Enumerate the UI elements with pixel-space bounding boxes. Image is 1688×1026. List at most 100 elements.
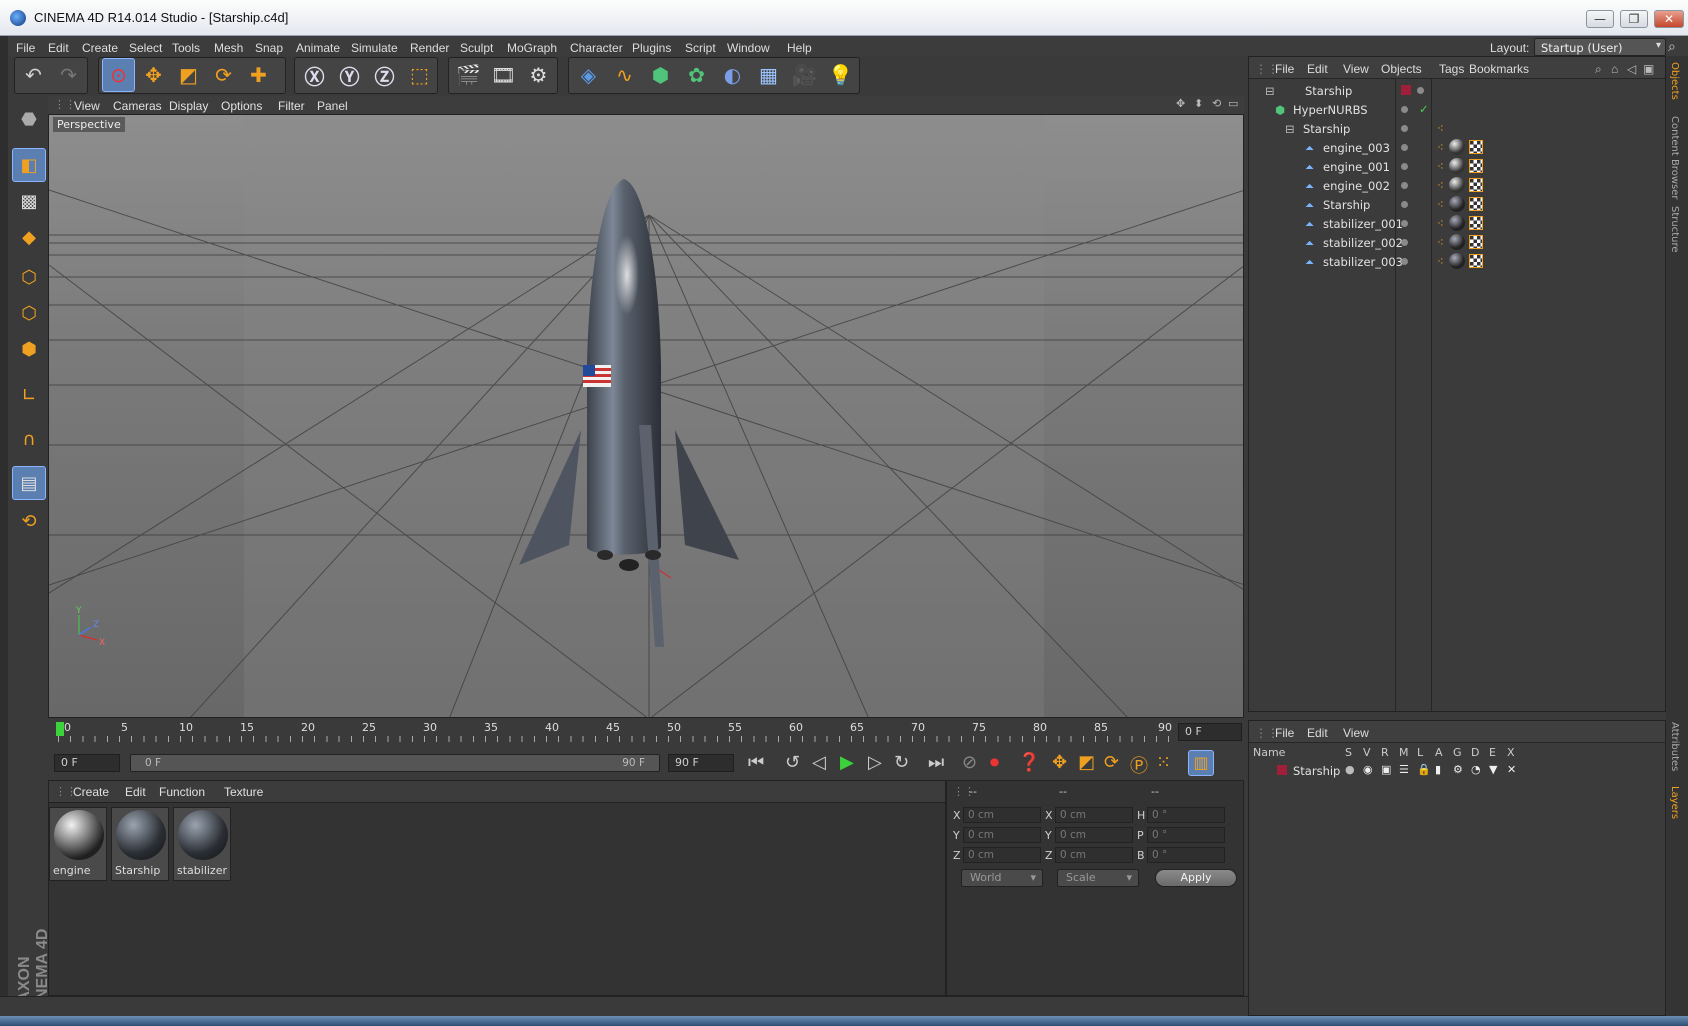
visibility-dot[interactable] <box>1401 182 1408 189</box>
move-tool-icon[interactable]: ✥ <box>137 58 170 92</box>
array-icon[interactable]: ✿ <box>680 58 713 92</box>
search-icon[interactable]: ⌕ <box>1595 62 1602 77</box>
viewport-orbit-icon[interactable]: ⟲ <box>1212 97 1221 110</box>
position-x-field[interactable]: 0 cm <box>963 807 1041 823</box>
menu-mesh[interactable]: Mesh <box>214 41 243 55</box>
material-engine[interactable]: engine <box>49 807 107 881</box>
record-rotation-icon[interactable]: ⟳ <box>1104 752 1119 773</box>
menu-window[interactable]: Window <box>727 41 770 55</box>
light-icon[interactable]: 💡 <box>824 58 857 92</box>
tab-content-browser[interactable]: Content Browser <box>1669 116 1680 199</box>
redo-icon[interactable]: ↷ <box>52 58 85 92</box>
viewport-zoom-icon[interactable]: ⬍ <box>1194 97 1203 110</box>
menu-simulate[interactable]: Simulate <box>351 41 398 55</box>
render-settings-icon[interactable]: ⚙ <box>522 58 555 92</box>
visibility-dot[interactable] <box>1401 201 1408 208</box>
material-menu-edit[interactable]: Edit <box>125 785 146 799</box>
coordinate-space-dropdown[interactable]: World ▾ <box>961 869 1043 887</box>
goto-end-icon[interactable]: ⏭ <box>928 752 944 773</box>
render-icon[interactable]: ▣ <box>1381 763 1391 776</box>
view-eye-icon[interactable]: ◉ <box>1363 763 1373 776</box>
phong-tag-icon[interactable]: ⁖ <box>1437 140 1444 154</box>
apply-button[interactable]: Apply <box>1155 869 1237 887</box>
end-frame-field[interactable]: 90 F <box>668 754 734 772</box>
material-tag-icon[interactable] <box>1449 139 1465 155</box>
scheme-icon[interactable]: ▥ <box>1188 750 1214 776</box>
tree-row-engine-003[interactable]: ⏶ engine_003 ⁖ <box>1249 138 1665 158</box>
enabled-check-icon[interactable]: ✓ <box>1419 102 1429 116</box>
visibility-dot[interactable] <box>1401 144 1408 151</box>
play-icon[interactable]: ▶ <box>840 752 854 773</box>
deformer-icon[interactable]: ◔ <box>1471 763 1481 776</box>
tab-attributes[interactable]: Attributes <box>1669 722 1680 771</box>
autokeying-icon[interactable]: ❓ <box>1018 752 1040 773</box>
tree-row-stabilizer-002[interactable]: ⏶ stabilizer_002 ⁖ <box>1249 233 1665 253</box>
viewport-maximize-icon[interactable]: ▭ <box>1228 97 1238 110</box>
position-y-field[interactable]: 0 cm <box>963 827 1041 843</box>
material-tag-icon[interactable] <box>1449 234 1465 250</box>
material-tag-icon[interactable] <box>1449 253 1465 269</box>
material-tag-icon[interactable] <box>1449 196 1465 212</box>
xref-icon[interactable]: ✕ <box>1507 763 1516 776</box>
layers-menu-file[interactable]: File <box>1275 726 1294 740</box>
tree-row-starship-root[interactable]: ⊟ Starship <box>1249 81 1665 101</box>
viewport-menu-view[interactable]: View <box>74 99 100 113</box>
visibility-dot[interactable] <box>1401 258 1408 265</box>
menu-animate[interactable]: Animate <box>296 41 340 55</box>
perspective-viewport[interactable]: Perspective Y Z X <box>48 114 1244 718</box>
current-frame-field[interactable]: 0 F <box>1178 723 1242 741</box>
viewport-menu-filter[interactable]: Filter <box>278 99 305 113</box>
render-picture-viewer-icon[interactable]: 🎞 <box>487 58 520 92</box>
visibility-dot[interactable] <box>1401 220 1408 227</box>
rotation-p-field[interactable]: 0 ° <box>1147 827 1225 843</box>
viewport-menu-cameras[interactable]: Cameras <box>113 99 162 113</box>
solo-icon[interactable]: ● <box>1345 763 1355 776</box>
workplane-lock-icon[interactable]: ▤ <box>12 466 46 500</box>
viewport-menu-options[interactable]: Options <box>221 99 262 113</box>
objects-menu-edit[interactable]: Edit <box>1307 62 1328 76</box>
search-icon[interactable]: ⌕ <box>1668 39 1676 55</box>
deformer-icon[interactable]: ◐ <box>716 58 749 92</box>
rotation-b-field[interactable]: 0 ° <box>1147 847 1225 863</box>
nurbs-icon[interactable]: ⬢ <box>644 58 677 92</box>
tab-structure[interactable]: Structure <box>1669 206 1680 253</box>
texture-mode-icon[interactable]: ▩ <box>12 184 46 218</box>
tab-objects[interactable]: Objects <box>1669 62 1680 100</box>
axis-y-icon[interactable]: Ⓨ <box>333 58 366 92</box>
phong-tag-icon[interactable]: ⁖ <box>1437 197 1444 211</box>
points-mode-icon[interactable]: ⬡ <box>12 260 46 294</box>
menu-script[interactable]: Script <box>685 41 716 55</box>
objects-menu-tags[interactable]: Tags <box>1439 62 1464 76</box>
axis-x-icon[interactable]: Ⓧ <box>298 58 331 92</box>
menu-tools[interactable]: Tools <box>172 41 200 55</box>
phong-tag-icon[interactable]: ⁖ <box>1437 121 1444 135</box>
material-starship[interactable]: Starship <box>111 807 169 881</box>
material-tag-icon[interactable] <box>1449 215 1465 231</box>
uvw-tag-icon[interactable] <box>1469 159 1483 173</box>
objects-menu-objects[interactable]: Objects <box>1381 62 1422 76</box>
home-icon[interactable]: ⌂ <box>1611 62 1618 76</box>
menu-create[interactable]: Create <box>82 41 118 55</box>
menu-render[interactable]: Render <box>410 41 449 55</box>
material-tag-icon[interactable] <box>1449 177 1465 193</box>
goto-start-icon[interactable]: ⏮ <box>748 752 764 773</box>
previous-key-icon[interactable]: ↺ <box>785 752 800 773</box>
menu-help[interactable]: Help <box>787 41 812 55</box>
record-scale-icon[interactable]: ◩ <box>1078 752 1095 773</box>
objects-menu-bookmarks[interactable]: Bookmarks <box>1469 62 1529 76</box>
tree-row-stabilizer-001[interactable]: ⏶ stabilizer_001 ⁖ <box>1249 214 1665 234</box>
tree-row-engine-001[interactable]: ⏶ engine_001 ⁖ <box>1249 157 1665 177</box>
uvw-tag-icon[interactable] <box>1469 216 1483 230</box>
menu-plugins[interactable]: Plugins <box>632 41 671 55</box>
scale-tool-icon[interactable]: ◩ <box>172 58 205 92</box>
restore-button[interactable]: ❐ <box>1620 10 1648 28</box>
frame-range-slider[interactable]: 0 F 90 F <box>130 754 660 772</box>
viewport-menu-display[interactable]: Display <box>169 99 208 113</box>
spline-icon[interactable]: ∿ <box>608 58 641 92</box>
phong-tag-icon[interactable]: ⁖ <box>1437 254 1444 268</box>
selection-tool-icon[interactable]: ⊙ <box>102 58 135 92</box>
menu-mograph[interactable]: MoGraph <box>507 41 557 55</box>
minimize-button[interactable]: — <box>1586 10 1614 28</box>
tree-row-starship-mesh[interactable]: ⏶ Starship ⁖ <box>1249 195 1665 215</box>
uvw-tag-icon[interactable] <box>1469 235 1483 249</box>
